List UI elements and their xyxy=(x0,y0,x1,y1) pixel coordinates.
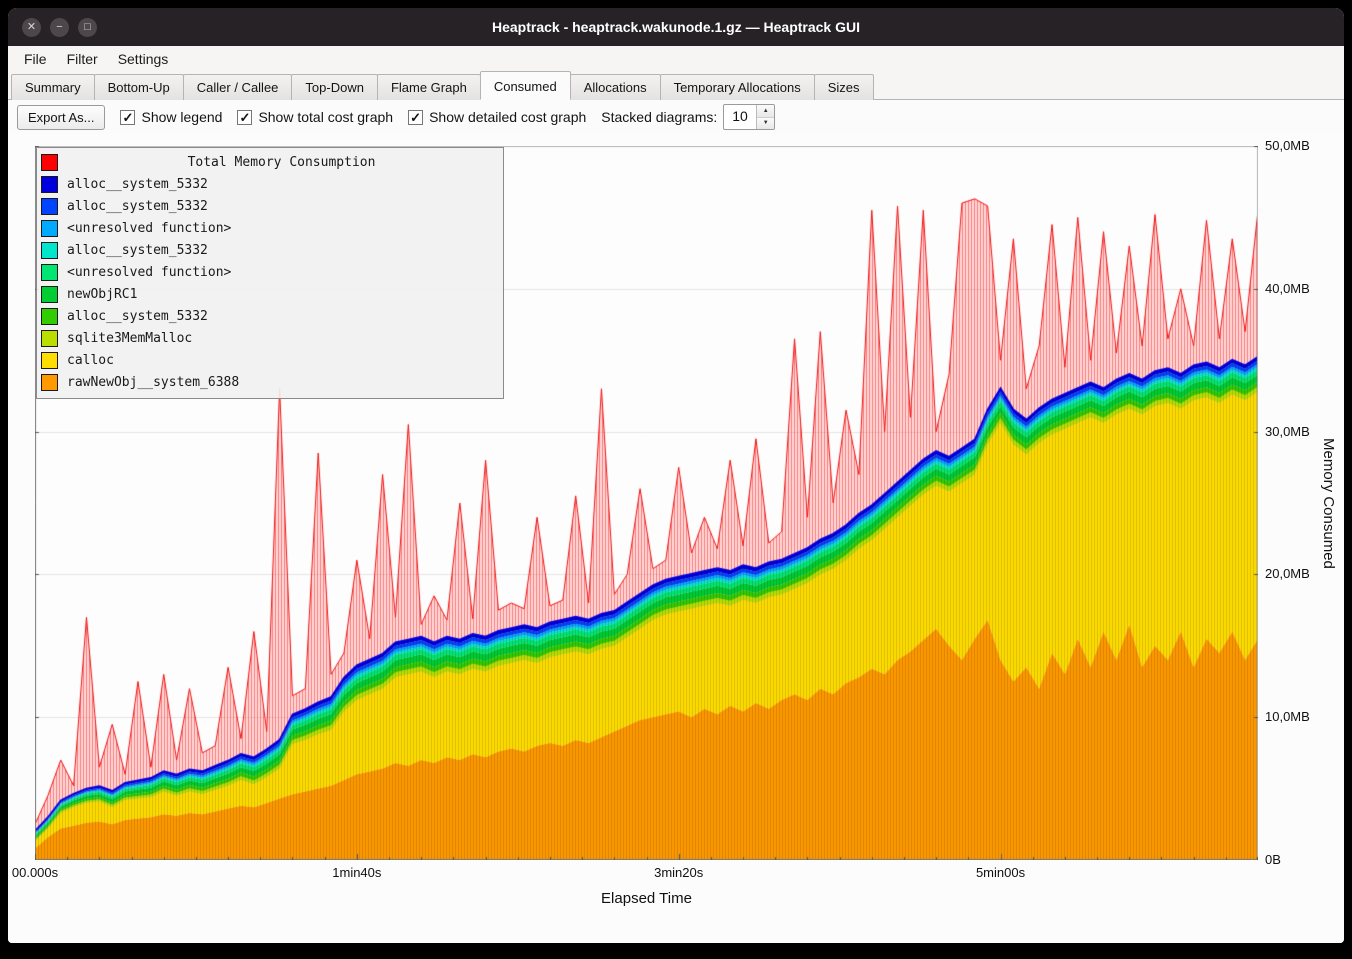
y-axis-tick-label: 50,0MB xyxy=(1265,138,1337,153)
tab-consumed[interactable]: Consumed xyxy=(480,71,571,100)
legend-swatch-icon xyxy=(41,264,58,281)
legend-title-row: Total Memory Consumption xyxy=(41,151,496,173)
y-axis-tick-label: 40,0MB xyxy=(1265,281,1337,296)
checkbox-label: Show total cost graph xyxy=(258,109,393,125)
legend-item: newObjRC1 xyxy=(41,283,496,305)
heaptrack-window: ✕ − □ Heaptrack - heaptrack.wakunode.1.g… xyxy=(8,8,1344,943)
checkbox-label: Show legend xyxy=(141,109,222,125)
checkbox-box: ✓ xyxy=(408,110,423,125)
y-axis-title: Memory Consumed xyxy=(1320,146,1337,860)
check-icon: ✓ xyxy=(410,111,421,124)
chevron-up-icon: ▲ xyxy=(763,108,769,114)
x-axis-tick-label: 1min40s xyxy=(332,865,381,880)
legend-item: calloc xyxy=(41,349,496,371)
x-axis-tick-label: 5min00s xyxy=(976,865,1025,880)
spin-down-button[interactable]: ▼ xyxy=(757,118,774,130)
legend-label: <unresolved function> xyxy=(67,265,231,280)
close-button[interactable]: ✕ xyxy=(22,18,41,37)
legend-swatch-icon xyxy=(41,286,58,303)
memory-consumption-chart: Total Memory Consumption alloc__system_53… xyxy=(8,134,1344,943)
check-icon: ✓ xyxy=(239,111,250,124)
menu-bar: File Filter Settings xyxy=(8,46,1344,72)
y-axis-tick-label: 10,0MB xyxy=(1265,709,1337,724)
legend-label: alloc__system_5332 xyxy=(67,243,208,258)
maximize-icon: □ xyxy=(84,22,91,33)
checkbox-label: Show detailed cost graph xyxy=(429,109,586,125)
tab-flame-graph[interactable]: Flame Graph xyxy=(377,74,481,100)
x-axis-tick-label: 3min20s xyxy=(654,865,703,880)
legend-item: rawNewObj__system_6388 xyxy=(41,371,496,393)
chevron-down-icon: ▼ xyxy=(763,120,769,126)
legend-label: alloc__system_5332 xyxy=(67,309,208,324)
check-icon: ✓ xyxy=(123,111,134,124)
x-axis-tick-label: 00.000s xyxy=(12,865,58,880)
chart-legend: Total Memory Consumption alloc__system_53… xyxy=(36,147,504,399)
show-detailed-cost-graph-checkbox[interactable]: ✓ Show detailed cost graph xyxy=(408,109,586,125)
close-icon: ✕ xyxy=(27,22,36,33)
checkbox-box: ✓ xyxy=(120,110,135,125)
toolbar: Export As... ✓ Show legend ✓ Show total … xyxy=(8,100,1344,134)
window-controls: ✕ − □ xyxy=(22,18,97,37)
y-axis-tick-label: 0B xyxy=(1265,852,1337,867)
legend-item: <unresolved function> xyxy=(41,261,496,283)
legend-label: calloc xyxy=(67,353,114,368)
minimize-button[interactable]: − xyxy=(50,18,69,37)
legend-label: Total Memory Consumption xyxy=(67,155,496,170)
tab-top-down[interactable]: Top-Down xyxy=(291,74,378,100)
legend-item: <unresolved function> xyxy=(41,217,496,239)
minimize-icon: − xyxy=(56,22,62,33)
checkbox-box: ✓ xyxy=(237,110,252,125)
show-legend-checkbox[interactable]: ✓ Show legend xyxy=(120,109,222,125)
maximize-button[interactable]: □ xyxy=(78,18,97,37)
legend-label: rawNewObj__system_6388 xyxy=(67,375,239,390)
legend-swatch-icon xyxy=(41,176,58,193)
legend-label: alloc__system_5332 xyxy=(67,177,208,192)
x-axis-title: Elapsed Time xyxy=(35,890,1258,907)
tab-temporary-allocations[interactable]: Temporary Allocations xyxy=(660,74,815,100)
legend-swatch-icon xyxy=(41,154,58,171)
tab-allocations[interactable]: Allocations xyxy=(570,74,661,100)
legend-swatch-icon xyxy=(41,352,58,369)
menu-item-file[interactable]: File xyxy=(14,48,57,70)
tab-caller-callee[interactable]: Caller / Callee xyxy=(183,74,293,100)
legend-item: alloc__system_5332 xyxy=(41,195,496,217)
spin-up-button[interactable]: ▲ xyxy=(757,105,774,118)
title-bar: ✕ − □ Heaptrack - heaptrack.wakunode.1.g… xyxy=(8,8,1344,46)
legend-swatch-icon xyxy=(41,374,58,391)
legend-label: sqlite3MemMalloc xyxy=(67,331,192,346)
legend-swatch-icon xyxy=(41,220,58,237)
legend-swatch-icon xyxy=(41,330,58,347)
y-axis-tick-label: 20,0MB xyxy=(1265,566,1337,581)
legend-label: <unresolved function> xyxy=(67,221,231,236)
legend-swatch-icon xyxy=(41,242,58,259)
tab-sizes[interactable]: Sizes xyxy=(814,74,874,100)
legend-item: sqlite3MemMalloc xyxy=(41,327,496,349)
legend-swatch-icon xyxy=(41,308,58,325)
spinner-arrows: ▲ ▼ xyxy=(756,105,774,129)
stacked-diagrams-spinner[interactable]: 10 ▲ ▼ xyxy=(723,104,775,130)
tab-bottom-up[interactable]: Bottom-Up xyxy=(94,74,184,100)
y-axis-tick-label: 30,0MB xyxy=(1265,424,1337,439)
stacked-diagrams-label: Stacked diagrams: xyxy=(601,109,717,125)
legend-item: alloc__system_5332 xyxy=(41,239,496,261)
legend-label: newObjRC1 xyxy=(67,287,137,302)
tab-bar: Summary Bottom-Up Caller / Callee Top-Do… xyxy=(8,72,1344,100)
legend-label: alloc__system_5332 xyxy=(67,199,208,214)
tab-summary[interactable]: Summary xyxy=(11,74,95,100)
window-title: Heaptrack - heaptrack.wakunode.1.gz — He… xyxy=(8,19,1344,35)
legend-item: alloc__system_5332 xyxy=(41,173,496,195)
legend-item: alloc__system_5332 xyxy=(41,305,496,327)
legend-swatch-icon xyxy=(41,198,58,215)
menu-item-settings[interactable]: Settings xyxy=(108,48,179,70)
show-total-cost-graph-checkbox[interactable]: ✓ Show total cost graph xyxy=(237,109,393,125)
export-as-button[interactable]: Export As... xyxy=(17,105,105,130)
spinner-value[interactable]: 10 xyxy=(724,105,756,129)
menu-item-filter[interactable]: Filter xyxy=(57,48,108,70)
